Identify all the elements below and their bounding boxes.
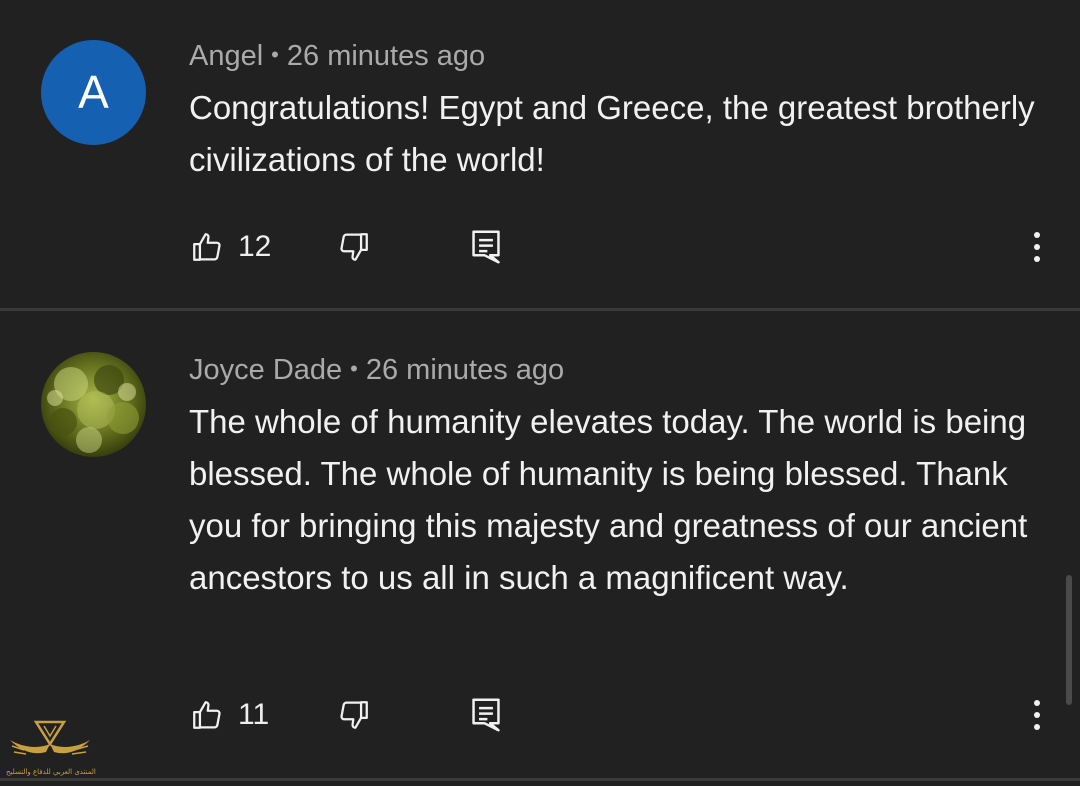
reply-icon: [472, 230, 500, 264]
thumbs-down-icon: [340, 233, 368, 261]
thumbs-down-icon: [340, 701, 368, 729]
dislike-button[interactable]: [337, 690, 371, 740]
reply-icon: [472, 698, 500, 732]
more-options-button[interactable]: [1018, 222, 1048, 272]
eagle-emblem-icon: [10, 720, 90, 755]
meta-separator: •: [271, 42, 279, 67]
like-button[interactable]: 12: [190, 222, 271, 272]
author-name[interactable]: Joyce Dade: [189, 354, 342, 386]
more-options-button[interactable]: [1018, 690, 1048, 740]
more-vert-icon: [1034, 700, 1040, 730]
comment-meta: Joyce Dade • 26 minutes ago: [189, 354, 564, 387]
timestamp: 26 minutes ago: [286, 40, 486, 72]
comment-text: The whole of humanity elevates today. Th…: [189, 403, 1028, 596]
comment-actions: 11: [0, 690, 1080, 740]
avatar[interactable]: [41, 352, 146, 457]
timestamp: 26 minutes ago: [365, 354, 565, 386]
more-vert-icon: [1034, 232, 1040, 262]
comment-meta: Angel • 26 minutes ago: [189, 40, 485, 73]
comments-page: A Angel • 26 minutes ago Congratulations! …: [0, 0, 1080, 786]
avatar-image: [41, 352, 146, 457]
avatar-letter: A: [78, 66, 109, 118]
dislike-button[interactable]: [337, 222, 371, 272]
like-button[interactable]: 11: [190, 690, 269, 740]
like-count: 12: [238, 230, 272, 263]
watermark-text: المنتدى العربي للدفاع والتسليح: [6, 768, 96, 776]
reply-button[interactable]: [470, 690, 502, 740]
comment-item: A Angel • 26 minutes ago Congratulations! …: [0, 0, 1080, 308]
divider: [0, 308, 1080, 311]
watermark-logo: المنتدى العربي للدفاع والتسليح: [6, 716, 96, 784]
divider: [0, 778, 1080, 781]
comment-text: Congratulations! Egypt and Greece, the g…: [189, 89, 1035, 178]
thumbs-up-icon: [193, 233, 221, 261]
avatar[interactable]: A: [41, 40, 146, 145]
thumbs-up-icon: [193, 701, 221, 729]
comment-item: Joyce Dade • 26 minutes ago The whole of h…: [0, 312, 1080, 778]
scrollbar[interactable]: [1066, 575, 1072, 705]
reply-button[interactable]: [470, 222, 502, 272]
author-name[interactable]: Angel: [189, 40, 263, 72]
comment-actions: 12: [0, 222, 1080, 272]
like-count: 11: [238, 698, 270, 731]
meta-separator: •: [350, 356, 358, 381]
